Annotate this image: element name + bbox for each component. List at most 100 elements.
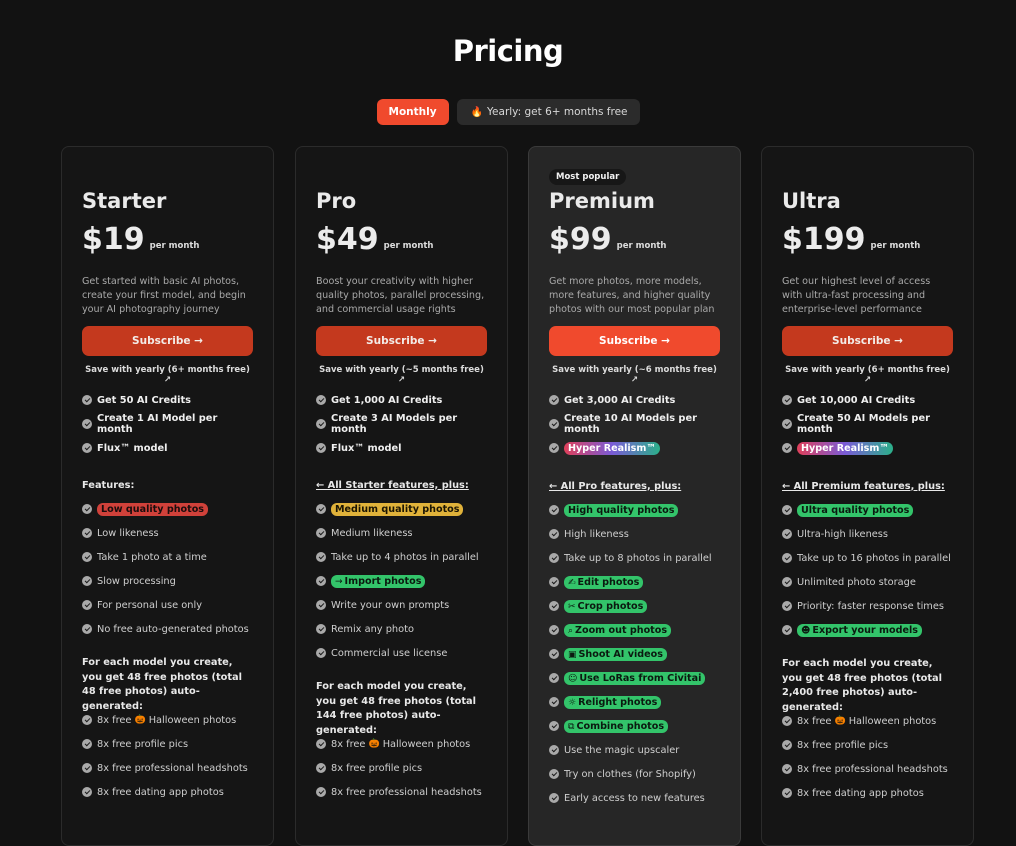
check-icon [316, 600, 326, 610]
features-header-wrap: ← All Premium features, plus: [782, 474, 953, 498]
highlight-text: Get 50 AI Credits [97, 394, 192, 406]
feature-icon: ☺ [568, 673, 578, 684]
feature-text: Ultra-high likeness [797, 528, 889, 540]
feature-text: For personal use only [97, 599, 203, 611]
subscribe-button[interactable]: Subscribe → [316, 326, 487, 356]
check-icon [782, 505, 792, 515]
features-header: Features: [82, 479, 135, 491]
features-list: Ultra quality photos Ultra-high likeness T… [782, 498, 953, 642]
feature-item: For personal use only [82, 593, 253, 617]
highlights-list: Get 10,000 AI Credits Create 50 AI Models… [782, 388, 953, 460]
feature-item: Write your own prompts [316, 593, 487, 617]
check-icon [782, 764, 792, 774]
highlight-text: Create 1 AI Model per month [97, 413, 218, 435]
feature-text: Remix any photo [331, 623, 414, 635]
check-icon [316, 419, 326, 429]
feature-text: Edit photos [577, 576, 640, 588]
highlight-item: Get 1,000 AI Credits [316, 388, 487, 412]
feature-item: Unlimited photo storage [782, 570, 953, 594]
check-icon [549, 769, 559, 779]
extra-item: 8x free profile pics [316, 756, 487, 780]
feature-icon: ☼ [568, 697, 577, 708]
feature-text: Take 1 photo at a time [97, 551, 207, 563]
check-icon [782, 577, 792, 587]
extra-text: 8x free dating app photos [797, 787, 924, 799]
feature-item: → Import photos [316, 569, 487, 593]
extra-text-suffix: Halloween photos [148, 714, 237, 726]
feature-text: Ultra quality photos [801, 504, 910, 516]
feature-text: Take up to 8 photos in parallel [564, 552, 712, 564]
check-icon [782, 529, 792, 539]
highlight-item: Hyper Realism™ [549, 436, 720, 460]
features-header[interactable]: ← All Premium features, plus: [782, 474, 953, 498]
feature-item: ⧉ Combine photos [549, 714, 720, 738]
check-icon [549, 745, 559, 755]
feature-text: Slow processing [97, 575, 176, 587]
subscribe-button[interactable]: Subscribe → [782, 326, 953, 356]
feature-item: Take up to 8 photos in parallel [549, 546, 720, 570]
save-yearly-link[interactable]: Save with yearly (6+ months free) ↗ [82, 365, 253, 385]
feature-item: ☼ Relight photos [549, 690, 720, 714]
feature-item: No free auto-generated photos [82, 617, 253, 641]
extra-item: 8x free profile pics [782, 733, 953, 757]
feature-pill: ☻ Export your models [797, 623, 922, 637]
extra-text: 8x free [97, 714, 132, 726]
feature-text: Export your models [812, 624, 918, 636]
check-icon [782, 601, 792, 611]
check-icon [82, 576, 92, 586]
feature-text: Early access to new features [564, 792, 705, 804]
check-icon [549, 673, 559, 683]
feature-item: Ultra quality photos [782, 498, 953, 522]
feature-text: Low likeness [97, 527, 159, 539]
save-yearly-link[interactable]: Save with yearly (6+ months free) ↗ [782, 365, 953, 385]
highlight-text: Create 50 AI Models per month [797, 413, 930, 435]
plan-description: Boost your creativity with higher qualit… [316, 276, 485, 315]
features-list: High quality photos High likeness Take up … [549, 498, 720, 810]
feature-text: Combine photos [576, 720, 665, 732]
plan-name: Pro [316, 189, 357, 213]
check-icon [782, 716, 792, 726]
highlight-item: Create 10 AI Models per month [549, 412, 720, 436]
highlight-text: Flux™ model [331, 442, 402, 454]
extras-list: 8x free 🎃 Halloween photos 8x free profile … [782, 709, 953, 805]
extra-text-suffix: Halloween photos [848, 715, 937, 727]
highlight-item: Create 50 AI Models per month [782, 412, 953, 436]
check-icon [82, 443, 92, 453]
monthly-toggle-button[interactable]: Monthly [376, 99, 449, 125]
price-row: $19 per month [82, 223, 200, 257]
plan-price: $19 [82, 222, 145, 257]
feature-text: Crop photos [577, 600, 644, 612]
save-yearly-link[interactable]: Save with yearly (~6 months free) ↗ [549, 365, 720, 385]
price-row: $99 per month [549, 223, 667, 257]
feature-text: Zoom out photos [575, 624, 668, 636]
features-header[interactable]: ← All Starter features, plus: [316, 473, 487, 497]
subscribe-button[interactable]: Subscribe → [82, 326, 253, 356]
pumpkin-icon: 🎃 [134, 715, 146, 725]
feature-pill: Ultra quality photos [797, 503, 914, 517]
save-yearly-link[interactable]: Save with yearly (~5 months free) ↗ [316, 365, 487, 385]
features-list: Medium quality photos Medium likeness Take… [316, 497, 487, 665]
check-icon [316, 504, 326, 514]
check-icon [82, 787, 92, 797]
check-icon [316, 443, 326, 453]
highlight-text: Flux™ model [97, 442, 168, 454]
features-header[interactable]: ← All Pro features, plus: [549, 474, 720, 498]
feature-pill: Medium quality photos [331, 502, 464, 516]
feature-pill: ✂ Crop photos [564, 599, 648, 613]
feature-icon: ⧉ [568, 721, 575, 732]
feature-icon: ☻ [801, 625, 811, 636]
highlight-text: Get 1,000 AI Credits [331, 394, 443, 406]
feature-item: Use the magic upscaler [549, 738, 720, 762]
extra-text: 8x free profile pics [797, 739, 889, 751]
extra-text: 8x free professional headshots [331, 786, 482, 798]
feature-text: Write your own prompts [331, 599, 450, 611]
features-header-wrap: ← All Pro features, plus: [549, 474, 720, 498]
plan-description: Get more photos, more models, more featu… [549, 276, 715, 315]
subscribe-button[interactable]: Subscribe → [549, 326, 720, 356]
extra-text: 8x free profile pics [97, 738, 189, 750]
feature-item: ☻ Export your models [782, 618, 953, 642]
yearly-toggle-button[interactable]: 🔥 Yearly: get 6+ months free [456, 99, 640, 125]
check-icon [549, 505, 559, 515]
extra-text: 8x free [797, 715, 832, 727]
feature-icon: ▣ [568, 649, 577, 660]
